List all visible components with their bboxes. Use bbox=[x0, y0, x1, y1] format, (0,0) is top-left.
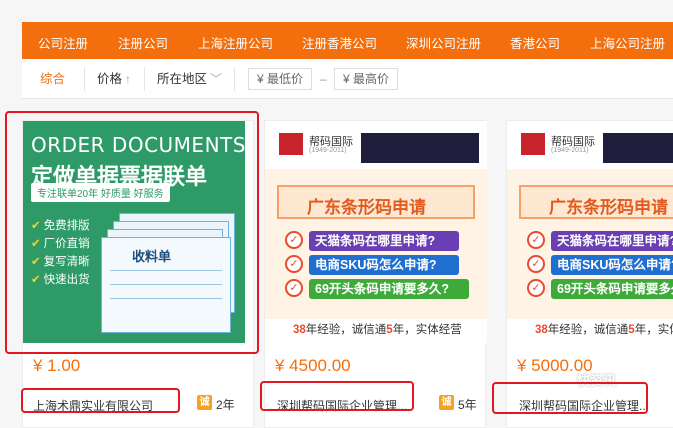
check-icon: ✓ bbox=[527, 279, 545, 297]
keyword-link[interactable]: 深圳公司注册 bbox=[406, 33, 481, 52]
footer-text: 年，实体经营 bbox=[392, 324, 462, 336]
check-icon: ✔ bbox=[31, 274, 41, 286]
footer-years: 38 bbox=[293, 324, 306, 336]
divider bbox=[144, 67, 145, 91]
headline-text: 广东条形码申请 bbox=[549, 198, 668, 217]
check-icon: ✓ bbox=[527, 255, 545, 273]
chevron-down-icon: ﹀ bbox=[210, 72, 223, 86]
check-icon: ✓ bbox=[285, 279, 303, 297]
store-name-link[interactable]: 深圳帮码国际企业管理... bbox=[277, 397, 417, 414]
product-image[interactable]: 帮码国际 (1949-2011) 广东条形码申请 ✓ 天猫条码在哪里申请? ✓ … bbox=[507, 121, 673, 343]
watermark-logo: 快资讯 bbox=[577, 373, 617, 388]
check-icon: ✔ bbox=[31, 220, 41, 232]
image-footer: 38年经验，诚信通5年，实体经营 bbox=[535, 321, 673, 337]
receipt-front: 收料单 bbox=[101, 237, 231, 333]
divider bbox=[84, 67, 85, 91]
barcode-logo-icon bbox=[521, 133, 545, 155]
min-price-input[interactable]: ¥ 最低价 bbox=[248, 68, 312, 90]
max-price-input[interactable]: ¥ 最高价 bbox=[334, 68, 398, 90]
headline-banner: 广东条形码申请 bbox=[519, 185, 673, 219]
search-results-page: 公司注册 注册公司 上海注册公司 注册香港公司 深圳公司注册 香港公司 上海公司… bbox=[0, 0, 673, 428]
barcode-logo-icon bbox=[279, 133, 303, 155]
question-row: 电商SKU码怎么申请? bbox=[309, 255, 459, 275]
feature-label: 快速出货 bbox=[43, 274, 90, 286]
sort-filter-bar: 综合 价格 ↑ 所在地区 ﹀ ¥ 最低价 – ¥ 最高价 bbox=[22, 59, 673, 99]
keyword-link[interactable]: 上海公司注册 bbox=[590, 33, 665, 52]
promo-banner-image bbox=[603, 133, 673, 163]
store-name-link[interactable]: 深圳帮码国际企业管理... bbox=[519, 397, 659, 414]
sort-price-tab[interactable]: 价格 ↑ bbox=[97, 59, 131, 99]
product-image[interactable]: 帮码国际 (1949-2011) 广东条形码申请 ✓ 天猫条码在哪里申请? ✓ … bbox=[265, 121, 487, 343]
product-price: ¥ 1.00 bbox=[33, 356, 81, 375]
receipt-line bbox=[110, 284, 222, 285]
keyword-link[interactable]: 公司注册 bbox=[38, 33, 88, 52]
product-price: ¥ 4500.00 bbox=[275, 356, 351, 375]
check-icon: ✓ bbox=[285, 255, 303, 273]
sort-price-label: 价格 bbox=[97, 72, 123, 86]
check-icon: ✔ bbox=[31, 256, 41, 268]
receipt-line bbox=[110, 298, 222, 299]
footer-text: 年经验，诚信通 bbox=[547, 324, 629, 336]
receipt-line bbox=[110, 270, 222, 271]
headline-banner: 广东条形码申请 bbox=[277, 185, 475, 219]
feature-label: 复写清晰 bbox=[43, 256, 90, 268]
member-years: 5年 bbox=[458, 398, 477, 412]
feature-item: ✔ 厂价直销 bbox=[31, 235, 90, 251]
question-row: 电商SKU码怎么申请? bbox=[551, 255, 673, 275]
divider bbox=[234, 67, 235, 91]
promo-banner-image bbox=[361, 133, 479, 163]
image-title-en: ORDER DOCUMENTS bbox=[31, 133, 245, 157]
product-card[interactable]: 帮码国际 (1949-2011) 广东条形码申请 ✓ 天猫条码在哪里申请? ✓ … bbox=[264, 120, 487, 428]
sort-arrow-icon: ↑ bbox=[125, 72, 132, 86]
feature-label: 免费排版 bbox=[43, 220, 90, 232]
feature-item: ✔ 免费排版 bbox=[31, 217, 90, 233]
store-name-link[interactable]: 上海术鼎实业有限公司 bbox=[33, 397, 178, 414]
keyword-bar: 公司注册 注册公司 上海注册公司 注册香港公司 深圳公司注册 香港公司 上海公司… bbox=[22, 22, 673, 59]
keyword-link[interactable]: 上海注册公司 bbox=[198, 33, 273, 52]
trust-badge-icon: 诚 bbox=[197, 395, 212, 410]
feature-label: 厂价直销 bbox=[43, 238, 90, 250]
check-icon: ✓ bbox=[285, 231, 303, 249]
question-row: 天猫条码在哪里申请? bbox=[551, 231, 673, 251]
feature-item: ✔ 快速出货 bbox=[31, 271, 90, 287]
product-card[interactable]: 帮码国际 (1949-2011) 广东条形码申请 ✓ 天猫条码在哪里申请? ✓ … bbox=[506, 120, 673, 428]
check-icon: ✔ bbox=[31, 238, 41, 250]
location-label: 所在地区 bbox=[157, 72, 208, 86]
keyword-link[interactable]: 香港公司 bbox=[510, 33, 560, 52]
price-range-dash: – bbox=[320, 72, 327, 86]
footer-text: 年，实体经营 bbox=[634, 324, 673, 336]
question-row: 69开头条码申请要多久? bbox=[551, 279, 673, 299]
headline-text: 广东条形码申请 bbox=[307, 198, 426, 217]
footer-years: 38 bbox=[535, 324, 548, 336]
product-image[interactable]: ORDER DOCUMENTS 定做单据票据联单 专注联单20年 好质量 好服务… bbox=[23, 121, 245, 343]
check-icon: ✓ bbox=[527, 231, 545, 249]
receipt-label: 收料单 bbox=[132, 249, 172, 264]
keyword-link[interactable]: 注册公司 bbox=[118, 33, 168, 52]
footer-text: 年经验，诚信通 bbox=[305, 324, 387, 336]
feature-item: ✔ 复写清晰 bbox=[31, 253, 90, 269]
image-footer: 38年经验，诚信通5年，实体经营 bbox=[293, 321, 462, 337]
product-card[interactable]: ORDER DOCUMENTS 定做单据票据联单 专注联单20年 好质量 好服务… bbox=[22, 120, 254, 428]
keyword-link[interactable]: 注册香港公司 bbox=[302, 33, 377, 52]
question-row: 69开头条码申请要多久? bbox=[309, 279, 469, 299]
brand-sub: (1949-2011) bbox=[309, 147, 347, 154]
location-dropdown[interactable]: 所在地区 ﹀ bbox=[157, 59, 222, 99]
trust-badge-icon: 诚 bbox=[439, 395, 454, 410]
sort-default-tab[interactable]: 综合 bbox=[40, 59, 65, 99]
brand-sub: (1949-2011) bbox=[551, 147, 589, 154]
member-years: 2年 bbox=[216, 398, 235, 412]
question-row: 天猫条码在哪里申请? bbox=[309, 231, 459, 251]
image-tag: 专注联单20年 好质量 好服务 bbox=[31, 183, 170, 202]
